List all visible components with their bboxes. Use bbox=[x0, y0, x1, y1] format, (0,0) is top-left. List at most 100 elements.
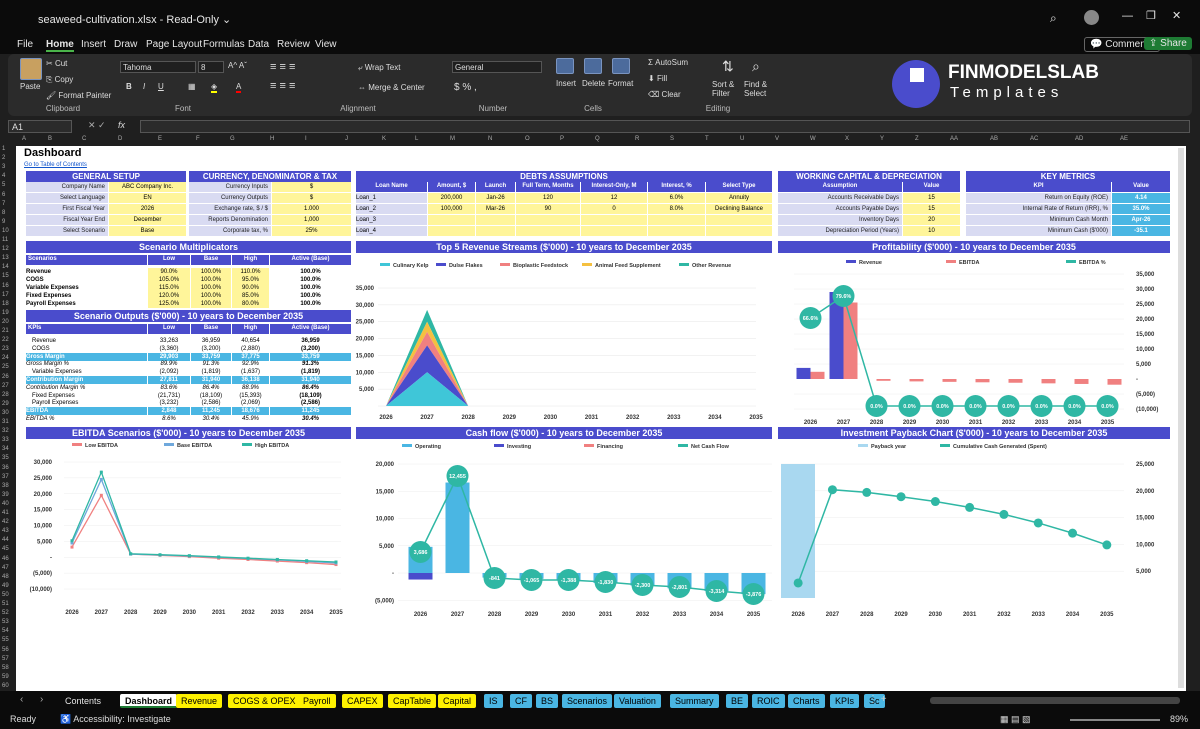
row-header[interactable]: 49 bbox=[2, 583, 9, 589]
sheet-tab-cogs-opex[interactable]: COGS & OPEX bbox=[228, 694, 301, 708]
borders-button[interactable]: ▦ bbox=[188, 82, 196, 91]
row-header[interactable]: 53 bbox=[2, 619, 9, 625]
menu-insert[interactable]: Insert bbox=[81, 39, 106, 50]
minimize-icon[interactable]: — bbox=[1122, 10, 1133, 22]
cut-button[interactable]: ✂ Cut bbox=[46, 59, 67, 68]
italic-button[interactable]: I bbox=[143, 82, 145, 91]
next-sheet-icon[interactable]: › bbox=[40, 694, 43, 705]
column-header[interactable]: S bbox=[670, 136, 674, 142]
row-header[interactable]: 13 bbox=[2, 255, 9, 261]
column-header[interactable]: G bbox=[230, 136, 235, 142]
sheet-tab-scenarios[interactable]: Scenarios bbox=[562, 694, 613, 708]
add-sheet-icon[interactable]: ⋮ + bbox=[868, 694, 887, 705]
column-header[interactable]: B bbox=[48, 136, 52, 142]
sheet-tab-capex[interactable]: CAPEX bbox=[342, 694, 383, 708]
row-header[interactable]: 59 bbox=[2, 674, 9, 680]
column-header[interactable]: C bbox=[82, 136, 86, 142]
number-format-select[interactable]: General bbox=[452, 61, 542, 73]
row-header[interactable]: 43 bbox=[2, 528, 9, 534]
row-header[interactable]: 27 bbox=[2, 383, 9, 389]
column-header[interactable]: AD bbox=[1075, 136, 1083, 142]
row-header[interactable]: 58 bbox=[2, 665, 9, 671]
column-header[interactable]: Y bbox=[880, 136, 884, 142]
column-header[interactable]: AA bbox=[950, 136, 958, 142]
sheet-tab-summary[interactable]: Summary bbox=[670, 694, 719, 708]
row-header[interactable]: 22 bbox=[2, 337, 9, 343]
paste-icon[interactable] bbox=[20, 58, 42, 80]
menu-review[interactable]: Review bbox=[277, 39, 310, 50]
row-header[interactable]: 16 bbox=[2, 283, 9, 289]
row-header[interactable]: 42 bbox=[2, 519, 9, 525]
row-header[interactable]: 48 bbox=[2, 574, 9, 580]
row-header[interactable]: 56 bbox=[2, 647, 9, 653]
row-header[interactable]: 4 bbox=[2, 173, 5, 179]
column-header[interactable]: F bbox=[196, 136, 200, 142]
search-icon[interactable]: ⌕ bbox=[1050, 11, 1057, 26]
row-header[interactable]: 17 bbox=[2, 292, 9, 298]
prev-sheet-icon[interactable]: ‹ bbox=[20, 694, 23, 705]
wrap-text-button[interactable]: ⤶ Wrap Text bbox=[358, 63, 400, 73]
column-header[interactable]: X bbox=[845, 136, 849, 142]
column-header[interactable]: D bbox=[118, 136, 122, 142]
fill-color-button[interactable]: ◈ bbox=[211, 82, 218, 93]
menu-home[interactable]: Home bbox=[46, 39, 74, 52]
column-header[interactable]: T bbox=[705, 136, 709, 142]
row-header[interactable]: 44 bbox=[2, 537, 9, 543]
menu-formulas[interactable]: Formulas bbox=[203, 39, 245, 50]
row-header[interactable]: 46 bbox=[2, 556, 9, 562]
delete-cells-button[interactable]: Delete bbox=[582, 79, 605, 88]
view-mode-icons[interactable]: ▦ ▤ ▧ bbox=[1000, 714, 1031, 725]
row-header[interactable]: 32 bbox=[2, 428, 9, 434]
column-header[interactable]: J bbox=[345, 136, 348, 142]
column-header[interactable]: O bbox=[525, 136, 530, 142]
menu-file[interactable]: File bbox=[17, 39, 33, 50]
zoom-level[interactable]: 89% bbox=[1170, 714, 1188, 724]
fx-icon[interactable]: fx bbox=[118, 120, 125, 130]
cancel-entry-icon[interactable]: ✕ ✓ bbox=[88, 120, 106, 131]
row-header[interactable]: 20 bbox=[2, 319, 9, 325]
column-header[interactable]: Z bbox=[915, 136, 919, 142]
format-painter-button[interactable]: 🖌 Format Painter bbox=[46, 91, 111, 100]
merge-center-button[interactable]: ⇔ Merge & Center bbox=[358, 83, 425, 92]
row-header[interactable]: 11 bbox=[2, 237, 8, 243]
column-header[interactable]: N bbox=[488, 136, 492, 142]
copy-button[interactable]: ⎘ Copy bbox=[46, 75, 73, 85]
column-header[interactable]: P bbox=[560, 136, 564, 142]
menu-data[interactable]: Data bbox=[248, 39, 269, 50]
column-header[interactable]: AE bbox=[1120, 136, 1128, 142]
zoom-slider[interactable] bbox=[1070, 719, 1160, 721]
row-header[interactable]: 36 bbox=[2, 465, 9, 471]
row-header[interactable]: 52 bbox=[2, 610, 9, 616]
insert-cells-button[interactable]: Insert bbox=[556, 79, 576, 88]
sheet-tab-captable[interactable]: CapTable bbox=[388, 694, 437, 708]
share-button[interactable]: ⇪ Share bbox=[1144, 37, 1192, 50]
sheet-tab-charts[interactable]: Charts bbox=[788, 694, 825, 708]
row-header[interactable]: 31 bbox=[2, 419, 9, 425]
sheet-tab-cf[interactable]: CF bbox=[510, 694, 532, 708]
sheet-tab-be[interactable]: BE bbox=[726, 694, 749, 708]
row-header[interactable]: 40 bbox=[2, 501, 9, 507]
accessibility-status[interactable]: ♿ Accessibility: Investigate bbox=[60, 714, 171, 725]
row-header[interactable]: 2 bbox=[2, 155, 5, 161]
row-header[interactable]: 3 bbox=[2, 164, 5, 170]
row-header[interactable]: 60 bbox=[2, 683, 9, 689]
row-header[interactable]: 19 bbox=[2, 310, 9, 316]
font-color-button[interactable]: A bbox=[236, 82, 242, 93]
row-header[interactable]: 9 bbox=[2, 219, 5, 225]
row-header[interactable]: 5 bbox=[2, 182, 5, 188]
column-header[interactable]: R bbox=[635, 136, 639, 142]
sheet-tab-dashboard[interactable]: Dashboard bbox=[120, 694, 178, 708]
row-header[interactable]: 23 bbox=[2, 346, 9, 352]
sort-filter-button[interactable]: Sort & Filter bbox=[712, 80, 746, 98]
align-top-icon[interactable]: ≡ ≡ ≡ bbox=[270, 61, 295, 73]
row-header[interactable]: 41 bbox=[2, 510, 9, 516]
row-header[interactable]: 14 bbox=[2, 264, 9, 270]
sheet-tab-contents[interactable]: Contents bbox=[60, 694, 107, 708]
row-header[interactable]: 15 bbox=[2, 273, 9, 279]
formula-input[interactable] bbox=[140, 120, 1190, 133]
row-header[interactable]: 28 bbox=[2, 392, 9, 398]
horizontal-scrollbar[interactable] bbox=[930, 697, 1180, 704]
row-header[interactable]: 37 bbox=[2, 474, 9, 480]
close-icon[interactable]: ✕ bbox=[1172, 9, 1181, 22]
row-header[interactable]: 26 bbox=[2, 374, 9, 380]
